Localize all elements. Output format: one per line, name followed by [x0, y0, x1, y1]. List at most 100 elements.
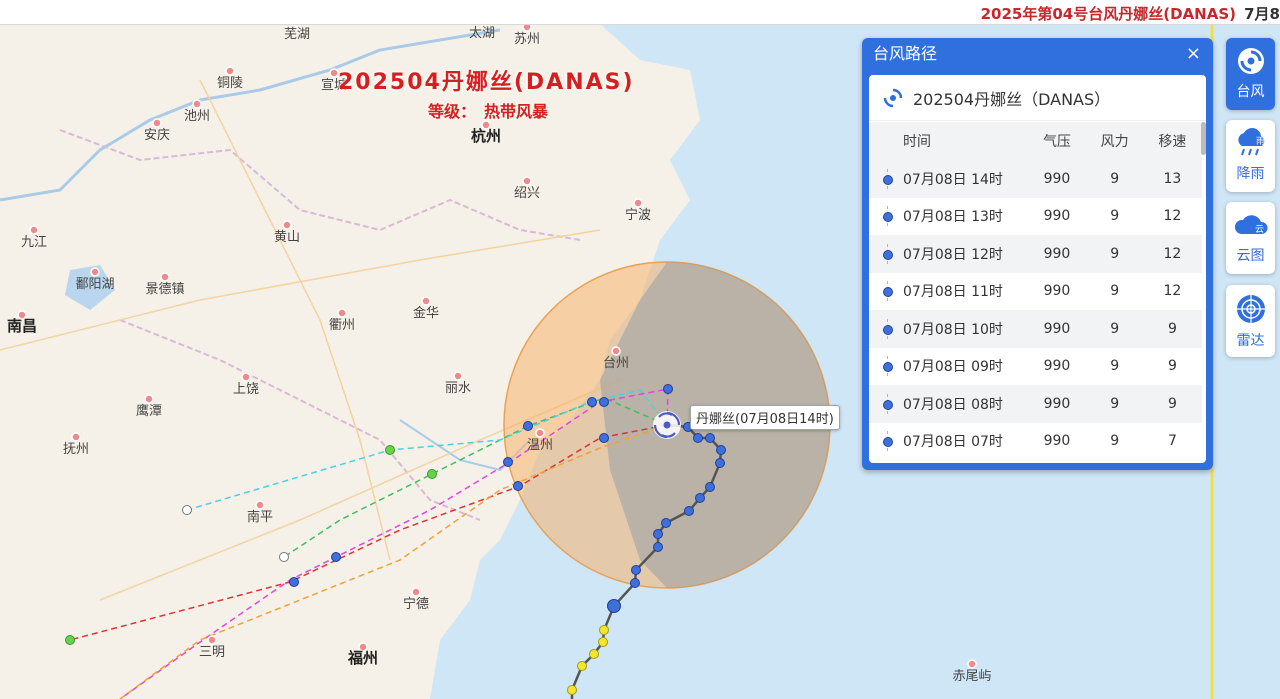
- storm-title: 202504丹娜丝(DANAS): [338, 70, 635, 95]
- row-pressure: 990: [1043, 433, 1071, 450]
- table-row[interactable]: 07月08日 14时 990 9 13: [869, 160, 1202, 198]
- col-time: 时间: [903, 134, 931, 150]
- city-marker: 太湖: [469, 24, 495, 41]
- row-pressure: 990: [1043, 395, 1071, 412]
- city-label: 赤尾屿: [952, 669, 991, 684]
- row-pressure: 990: [1043, 283, 1071, 300]
- city-label: 衢州: [329, 318, 355, 333]
- typhoon-icon: [1237, 48, 1264, 74]
- city-label: 南昌: [7, 317, 37, 335]
- track-point-icon: [883, 399, 893, 410]
- row-speed: 12: [1163, 245, 1182, 262]
- city-label: 九江: [21, 235, 47, 250]
- track-point-icon: [883, 362, 893, 373]
- row-time: 07月08日 14时: [869, 168, 1027, 189]
- city-label: 绍兴: [514, 186, 540, 201]
- row-wind: 9: [1110, 433, 1120, 450]
- storm-name: 202504丹娜丝（DANAS）: [913, 89, 1111, 109]
- header-date: 7月8: [1244, 5, 1280, 23]
- table-row[interactable]: 07月08日 07时 990 9 7: [869, 423, 1202, 461]
- row-wind: 9: [1110, 395, 1120, 412]
- city-label: 丽水: [445, 381, 471, 396]
- row-wind: 9: [1110, 358, 1120, 375]
- city-label: 太湖: [469, 26, 495, 41]
- city-label: 黄山: [274, 230, 300, 245]
- table-row[interactable]: 07月08日 11时 990 9 12: [869, 273, 1202, 311]
- row-wind: 9: [1110, 170, 1120, 187]
- cloud-button[interactable]: 云 云图: [1226, 202, 1275, 274]
- col-pressure: 气压: [1042, 134, 1071, 150]
- city-label: 三明: [199, 645, 225, 660]
- row-speed: 12: [1163, 208, 1182, 225]
- cloud-icon: 云: [1234, 215, 1268, 235]
- row-time: 07月08日 08时: [869, 393, 1027, 414]
- row-wind: 9: [1110, 320, 1120, 337]
- track-point-icon: [883, 249, 893, 260]
- table-row[interactable]: 07月08日 13时 990 9 12: [869, 198, 1202, 236]
- storm-level: 等级： 热带风暴: [428, 98, 548, 122]
- typhoon-button-label: 台风: [1236, 84, 1265, 100]
- header-title: 2025年第04号台风丹娜丝(DANAS): [980, 5, 1236, 23]
- track-table: 时间 气压 风力 移速 07月08日 14时 990 9 13 07月08日 13时 99…: [869, 122, 1202, 460]
- city-label: 金华: [413, 305, 439, 321]
- rain-button-label: 降雨: [1236, 166, 1265, 182]
- row-pressure: 990: [1043, 320, 1071, 337]
- city-label: 池州: [184, 109, 210, 124]
- row-time: 07月08日 09时: [869, 356, 1027, 377]
- radar-button[interactable]: 雷达: [1226, 285, 1275, 357]
- row-time: 07月08日 13时: [869, 206, 1027, 227]
- row-wind: 9: [1110, 208, 1120, 225]
- table-row[interactable]: 07月08日 08时 990 9 9: [869, 385, 1202, 423]
- track-rows: 07月08日 14时 990 9 13 07月08日 13时 990 9 12 07月08日 1…: [869, 160, 1202, 460]
- row-pressure: 990: [1043, 245, 1071, 262]
- track-point-icon: [883, 324, 893, 335]
- table-header: 时间 气压 风力 移速: [869, 122, 1202, 160]
- row-speed: 12: [1163, 283, 1182, 300]
- city-label: 鄱阳湖: [75, 277, 114, 292]
- typhoon-eye-icon: [653, 411, 681, 439]
- city-label: 鹰潭: [136, 403, 162, 419]
- city-label: 福州: [347, 649, 378, 667]
- scrollbar[interactable]: [1201, 122, 1206, 155]
- rain-button[interactable]: 雨 降雨: [1226, 120, 1275, 192]
- track-point-icon: [883, 212, 893, 223]
- city-label: 宁波: [625, 207, 651, 223]
- row-wind: 9: [1110, 283, 1120, 300]
- city-label: 上饶: [233, 382, 259, 397]
- row-time: 07月08日 07时: [869, 431, 1027, 452]
- row-speed: 9: [1167, 395, 1177, 412]
- radar-icon: [1236, 295, 1265, 323]
- city-label: 芜湖: [284, 27, 310, 42]
- city-label: 宁德: [403, 596, 429, 612]
- storm-selector[interactable]: 202504丹娜丝（DANAS）: [869, 75, 1206, 121]
- city-label: 安庆: [144, 128, 170, 143]
- row-speed: 9: [1167, 358, 1177, 375]
- track-point-icon: [883, 174, 893, 185]
- row-speed: 13: [1163, 170, 1182, 187]
- table-row[interactable]: 07月08日 10时 990 9 9: [869, 310, 1202, 348]
- cloud-button-label: 云图: [1236, 248, 1265, 264]
- city-label: 杭州: [471, 127, 501, 145]
- panel-body: 202504丹娜丝（DANAS） 时间 气压 风力 移速 07月08日 14时 9…: [869, 75, 1206, 463]
- row-speed: 7: [1167, 433, 1177, 450]
- cloud-icon-badge: 云: [1255, 225, 1264, 235]
- city-label: 景德镇: [145, 282, 184, 297]
- top-bar: 2025年第04号台风丹娜丝(DANAS) 7月8: [0, 0, 1280, 25]
- row-pressure: 990: [1043, 358, 1071, 375]
- storm-level-label: 等级：: [428, 102, 477, 121]
- close-icon[interactable]: ×: [1186, 38, 1201, 70]
- city-label: 台州: [603, 356, 629, 371]
- row-time: 07月08日 12时: [869, 243, 1027, 264]
- table-row[interactable]: 07月08日 09时 990 9 9: [869, 348, 1202, 386]
- rain-icon-badge: 雨: [1256, 136, 1265, 147]
- row-pressure: 990: [1043, 208, 1071, 225]
- typhoon-position-label: 丹娜丝(07月08日14时): [690, 405, 840, 430]
- city-label: 苏州: [514, 31, 540, 47]
- city-label: 南平: [247, 509, 273, 525]
- col-speed: 移速: [1158, 134, 1187, 150]
- row-time: 07月08日 11时: [869, 281, 1027, 302]
- col-wind: 风力: [1100, 134, 1129, 150]
- table-row[interactable]: 07月08日 12时 990 9 12: [869, 235, 1202, 273]
- typhoon-button[interactable]: 台风: [1226, 38, 1275, 110]
- radar-button-label: 雷达: [1236, 333, 1265, 349]
